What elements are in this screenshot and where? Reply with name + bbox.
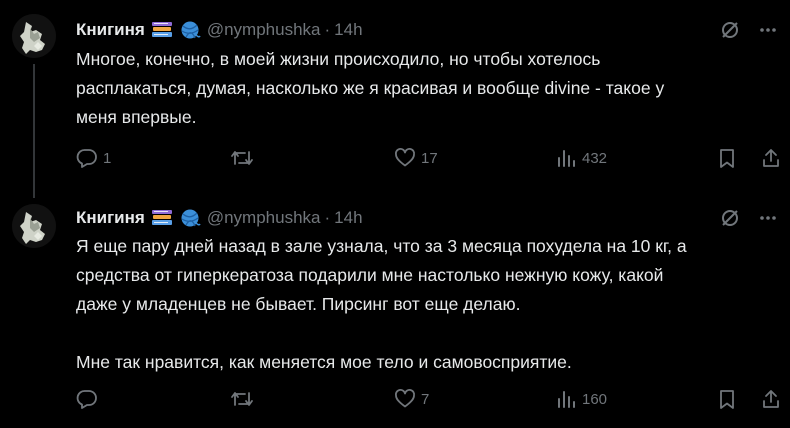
retweet-button[interactable] — [230, 147, 259, 169]
user-handle[interactable]: @nymphushka — [207, 208, 321, 228]
display-name[interactable]: Книгиня — [76, 208, 145, 228]
views-button[interactable]: 160 — [555, 388, 607, 410]
yarn-ball-icon — [179, 20, 201, 40]
books-icon — [151, 20, 173, 40]
like-button[interactable]: 7 — [394, 388, 429, 410]
avatar[interactable] — [12, 14, 56, 58]
heart-icon — [395, 389, 415, 408]
timestamp[interactable]: 14h — [334, 208, 362, 228]
grok-icon[interactable] — [720, 20, 740, 45]
bookmark-icon — [720, 149, 734, 168]
display-name[interactable]: Книгиня — [76, 20, 145, 40]
thread-line — [33, 64, 35, 198]
views-chart-icon — [558, 150, 575, 167]
share-icon — [763, 390, 779, 408]
views-chart-icon — [558, 391, 575, 408]
retweet-icon — [231, 392, 253, 406]
share-button[interactable] — [760, 388, 782, 410]
tweet-actions: 7 160 — [76, 387, 782, 411]
tweet-actions: 1 17 432 — [76, 146, 782, 170]
reply-icon — [76, 149, 97, 168]
retweet-icon — [231, 151, 253, 165]
separator: · — [324, 20, 331, 39]
views-count: 160 — [582, 390, 608, 408]
reply-button[interactable]: 1 — [76, 147, 111, 169]
tweet-text: Я еще пару дней назад в зале узнала, что… — [76, 236, 687, 372]
like-count: 17 — [421, 149, 438, 167]
timestamp[interactable]: 14h — [334, 20, 362, 40]
tweet-header: Книгиня @nymphushka · 14h — [76, 19, 363, 41]
like-count: 7 — [421, 390, 430, 408]
retweet-button[interactable] — [230, 388, 259, 410]
reply-count: 1 — [103, 149, 112, 167]
tweet-top-icons — [720, 20, 778, 45]
heart-icon — [395, 148, 415, 167]
separator: · — [324, 208, 331, 227]
views-count: 432 — [582, 149, 608, 167]
more-options-icon[interactable] — [758, 208, 778, 233]
views-button[interactable]: 432 — [555, 147, 607, 169]
share-icon — [763, 149, 779, 167]
tweet-header: Книгиня @nymphushka · 14h — [76, 207, 363, 229]
grok-icon[interactable] — [720, 208, 740, 233]
yarn-ball-icon — [179, 208, 201, 228]
avatar[interactable] — [12, 204, 56, 248]
share-button[interactable] — [760, 147, 782, 169]
bookmark-button[interactable] — [716, 147, 738, 169]
user-handle[interactable]: @nymphushka — [207, 20, 321, 40]
bookmark-icon — [720, 390, 734, 409]
reply-button[interactable] — [76, 388, 103, 410]
bookmark-button[interactable] — [716, 388, 738, 410]
more-options-icon[interactable] — [758, 20, 778, 45]
like-button[interactable]: 17 — [394, 147, 438, 169]
tweet[interactable]: Книгиня @nymphushka · 14h — [0, 0, 790, 198]
books-icon — [151, 208, 173, 228]
tweet-top-icons — [720, 208, 778, 233]
reply-icon — [76, 390, 97, 409]
tweet-text: Многое, конечно, в моей жизни происходил… — [76, 49, 665, 127]
tweet[interactable]: Книгиня @nymphushka · 14h — [0, 198, 790, 428]
